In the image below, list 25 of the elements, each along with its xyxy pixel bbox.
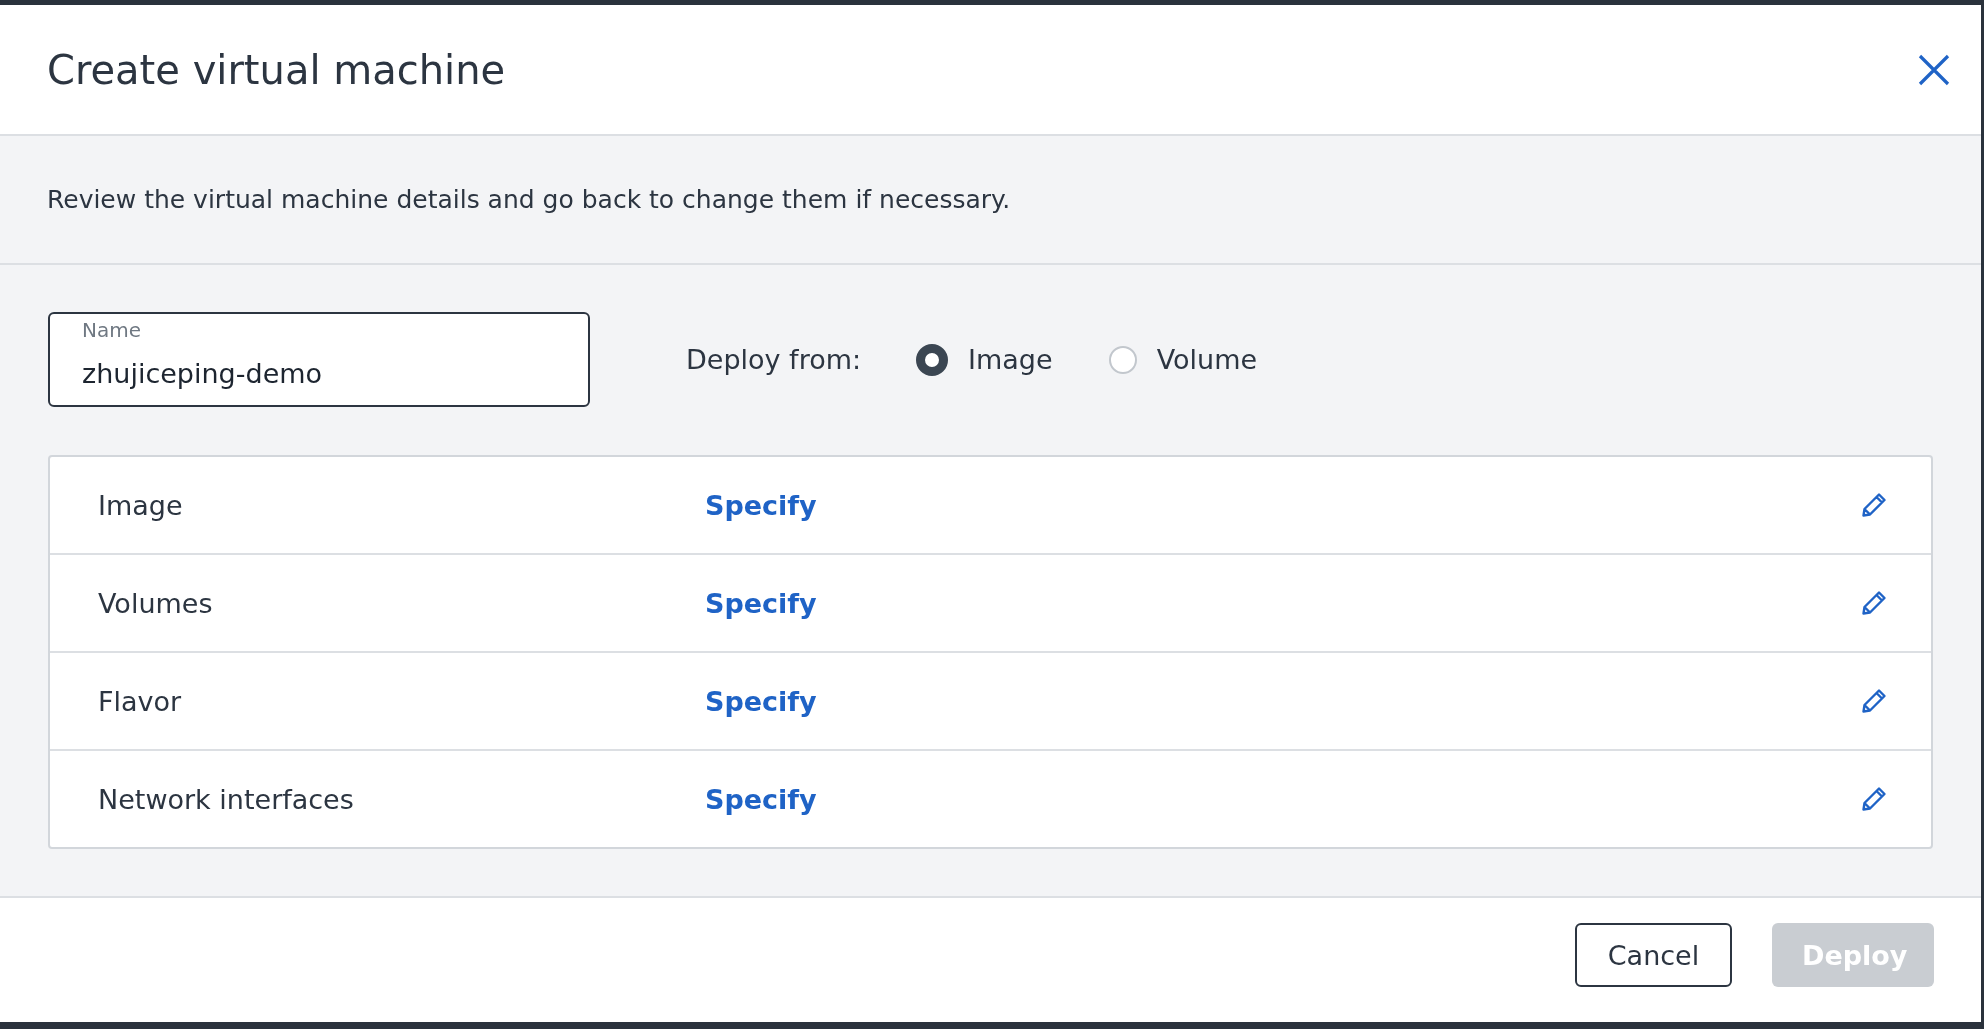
row-label: Network interfaces bbox=[98, 783, 355, 815]
pencil-icon bbox=[1861, 590, 1887, 616]
row-label: Flavor bbox=[98, 685, 183, 717]
specify-link[interactable]: Specify bbox=[705, 489, 817, 521]
edit-button[interactable] bbox=[1861, 590, 1887, 616]
specify-link[interactable]: Specify bbox=[705, 587, 817, 619]
radio-option[interactable]: Image bbox=[916, 343, 1053, 376]
row-label: Volumes bbox=[98, 587, 214, 619]
pencil-icon bbox=[1861, 688, 1887, 714]
close-button[interactable] bbox=[1917, 52, 1951, 87]
edit-button[interactable] bbox=[1861, 492, 1887, 518]
window-title: Create virtual machine bbox=[47, 46, 506, 93]
specify-link[interactable]: Specify bbox=[705, 685, 817, 717]
radio-option[interactable]: Volume bbox=[1108, 344, 1258, 375]
edit-button[interactable] bbox=[1861, 786, 1887, 812]
pencil-icon bbox=[1861, 786, 1887, 812]
cancel-button[interactable]: Cancel bbox=[1575, 923, 1732, 987]
description-text: Review the virtual machine details and go back to change them if necessary. bbox=[47, 185, 1011, 214]
deploy-from-label: Deploy from: bbox=[686, 344, 862, 375]
field-label: Name bbox=[82, 318, 141, 342]
edit-button[interactable] bbox=[1861, 688, 1887, 714]
pencil-icon bbox=[1861, 492, 1887, 518]
radio-button[interactable] bbox=[916, 343, 949, 376]
specify-link[interactable]: Specify bbox=[705, 783, 817, 815]
row-label: Image bbox=[98, 489, 184, 521]
